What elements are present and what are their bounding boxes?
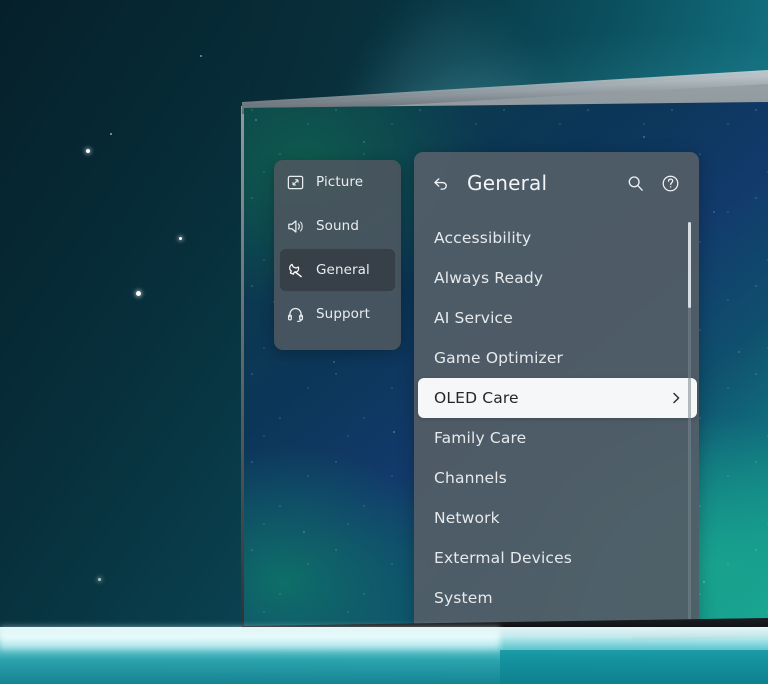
sidebar-item-picture[interactable]: Picture (274, 160, 401, 204)
speaker-icon (288, 219, 303, 233)
sidebar-item-label: Support (316, 306, 371, 322)
menu-item-ai-service[interactable]: AI Service (414, 298, 699, 338)
settings-menu-list: Accessibility Always Ready AI Service Ga… (414, 214, 699, 618)
television: Picture Sound General Support General Ac… (240, 62, 768, 641)
back-arrow-icon[interactable] (430, 173, 451, 194)
menu-item-family-care[interactable]: Family Care (414, 418, 699, 458)
settings-panel: General Accessibility Always Ready AI Se… (414, 152, 699, 627)
menu-item-channels[interactable]: Channels (414, 458, 699, 498)
menu-item-label: Family Care (434, 429, 527, 447)
sidebar-item-general[interactable]: General (279, 248, 396, 292)
room-star-dot (200, 55, 202, 57)
table-reflection (500, 650, 768, 684)
screenshot-stage: Picture Sound General Support General Ac… (0, 0, 768, 684)
help-icon[interactable] (660, 173, 681, 194)
room-star-dot (136, 291, 141, 296)
menu-item-system[interactable]: System (414, 578, 699, 618)
headset-icon (287, 307, 304, 322)
search-icon[interactable] (625, 173, 646, 194)
menu-item-label: Network (434, 509, 500, 527)
room-star-dot (110, 133, 112, 135)
room-star-dot (86, 149, 90, 153)
menu-scrollbar[interactable] (688, 222, 691, 627)
menu-item-label: OLED Care (434, 389, 519, 407)
sidebar-item-label: Picture (316, 174, 364, 190)
page-title: General (467, 171, 548, 195)
settings-sidebar: Picture Sound General Support (274, 160, 401, 350)
picture-icon (287, 175, 304, 189)
menu-item-label: Always Ready (434, 269, 544, 287)
menu-item-label: Extermal Devices (434, 549, 572, 567)
menu-item-game-optimizer[interactable]: Game Optimizer (414, 338, 699, 378)
sidebar-item-label: General (316, 262, 370, 278)
menu-item-always-ready[interactable]: Always Ready (414, 258, 699, 298)
menu-item-external-devices[interactable]: Extermal Devices (414, 538, 699, 578)
wrench-icon (289, 263, 302, 277)
menu-item-accessibility[interactable]: Accessibility (414, 218, 699, 258)
panel-header: General (414, 152, 699, 214)
sidebar-item-support[interactable]: Support (274, 292, 401, 336)
room-star-dot (98, 578, 101, 581)
menu-item-oled-care[interactable]: OLED Care (418, 378, 697, 418)
room-star-dot (179, 237, 182, 240)
menu-scrollbar-thumb[interactable] (688, 222, 691, 308)
menu-item-network[interactable]: Network (414, 498, 699, 538)
menu-item-label: AI Service (434, 309, 513, 327)
sidebar-item-sound[interactable]: Sound (274, 204, 401, 248)
menu-item-label: Accessibility (434, 229, 532, 247)
menu-item-label: System (434, 589, 493, 607)
chevron-right-icon (673, 392, 680, 404)
sidebar-item-label: Sound (316, 218, 360, 234)
menu-item-label: Channels (434, 469, 507, 487)
table-highlight (0, 624, 500, 650)
tv-screen: Picture Sound General Support General Ac… (244, 102, 768, 627)
menu-item-label: Game Optimizer (434, 349, 564, 367)
